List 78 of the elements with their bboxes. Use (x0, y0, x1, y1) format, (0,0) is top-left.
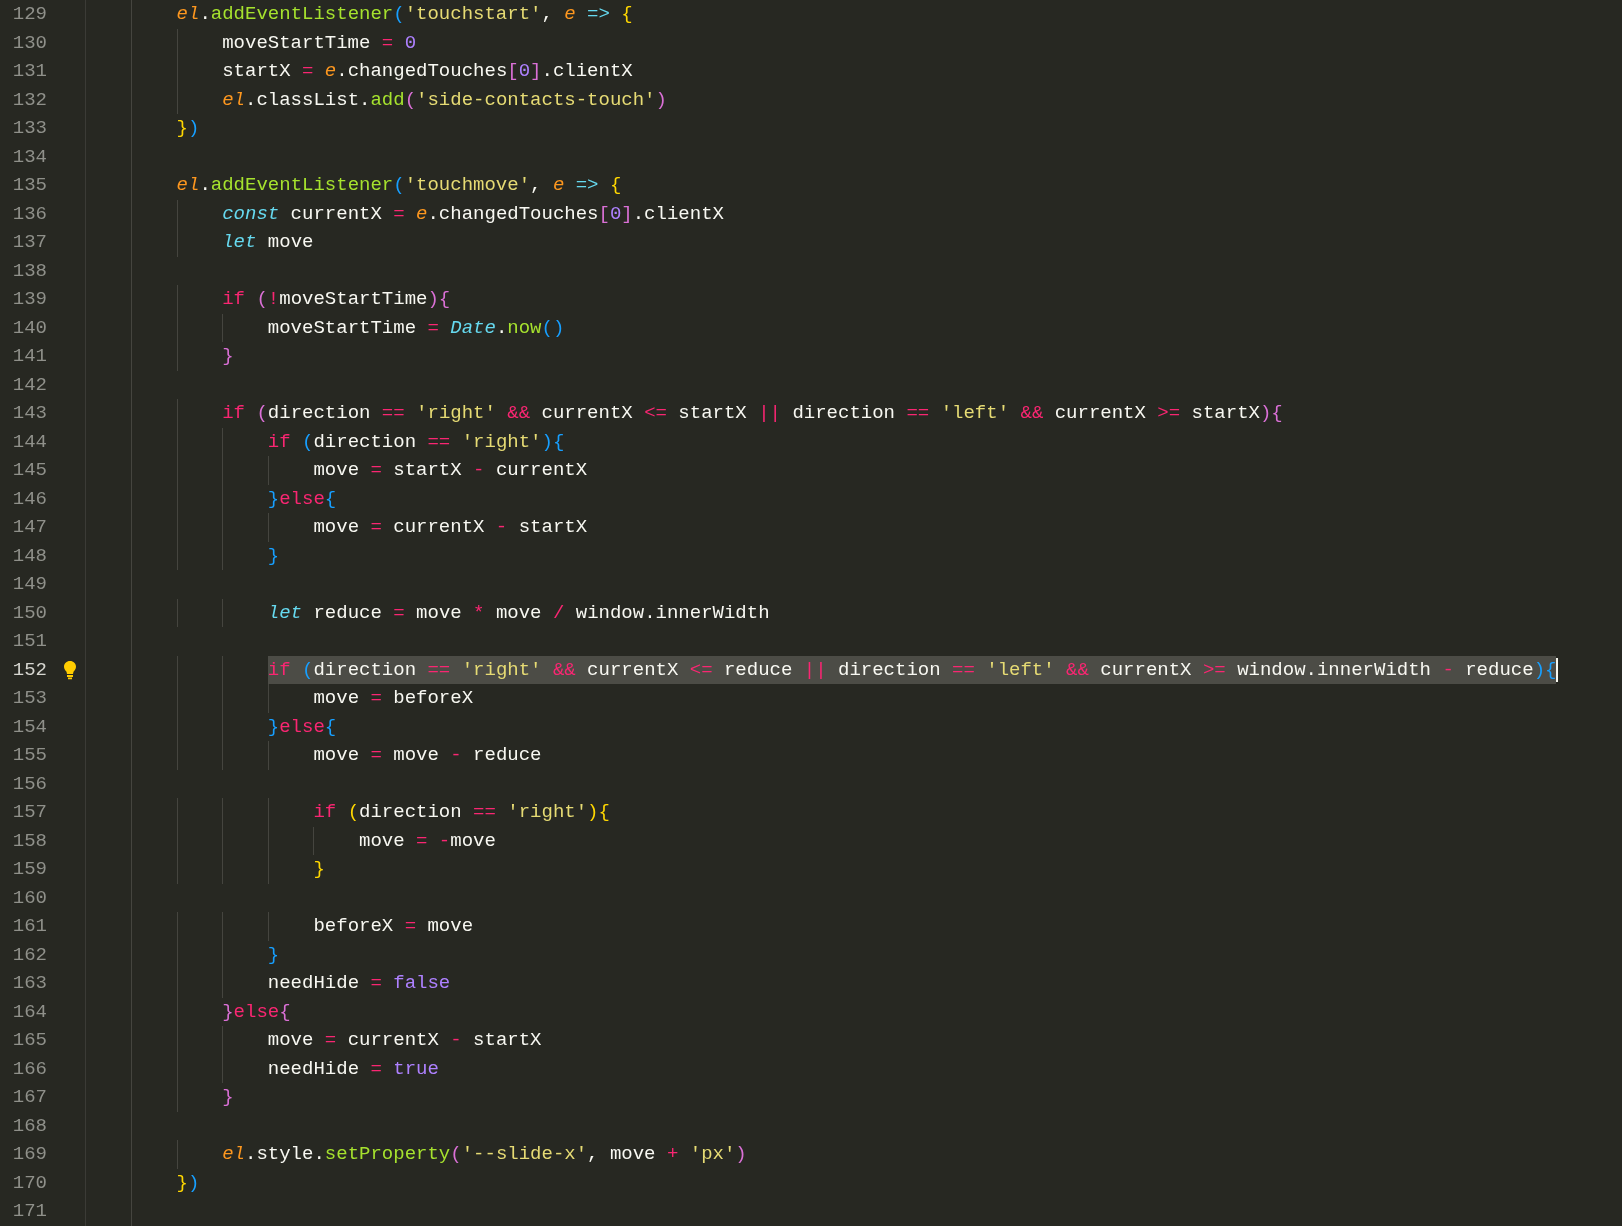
code-line: }else{ (267, 486, 337, 512)
line-number: 150 (11, 600, 47, 626)
line-number: 163 (11, 971, 47, 996)
line-number: 140 (11, 315, 47, 341)
line-number: 139 (11, 287, 47, 312)
code-line: } (267, 942, 280, 968)
code-line: if (direction == 'right' && currentX <= startX || direction == 'left' && currentX >= startX){ (222, 401, 1283, 426)
code-line: moveStartTime = Date.now() (267, 315, 565, 341)
line-number: 152 (11, 657, 47, 683)
code-line: } (222, 1085, 234, 1110)
code-line: move = currentX - startX (313, 515, 588, 540)
line-number: 138 (11, 258, 47, 284)
lightbulb-icon[interactable] (63, 659, 77, 680)
line-number: 132 (11, 87, 47, 113)
code-line: needHide = false (267, 971, 451, 996)
code-line: move = move - reduce (313, 743, 542, 768)
code-line: }else{ (222, 999, 291, 1025)
line-number: 144 (11, 429, 47, 455)
line-number: 170 (11, 1170, 47, 1196)
line-number: 135 (11, 173, 47, 198)
line-number: 147 (11, 515, 47, 540)
code-line: move = currentX - startX (267, 1028, 542, 1053)
line-number: 130 (11, 30, 47, 56)
line-number: 134 (11, 144, 47, 170)
line-number: 160 (11, 885, 47, 911)
line-number: 171 (11, 1199, 47, 1224)
line-number: 146 (11, 486, 47, 512)
code-line: el.addEventListener('touchmove', e => { (176, 173, 622, 198)
code-line: } (222, 344, 234, 369)
line-number: 133 (11, 116, 47, 141)
code-line: const currentX = e.changedTouches[0].clientX (222, 201, 724, 227)
code-line: el.addEventListener('touchstart', e => { (176, 2, 633, 27)
code-line: move = beforeX (313, 686, 474, 711)
line-number: 151 (11, 629, 47, 654)
code-line: if (!moveStartTime){ (222, 287, 451, 312)
code-line: } (267, 543, 280, 569)
code-line: let move (222, 230, 314, 255)
code-line: }else{ (267, 714, 337, 740)
code-line: moveStartTime = 0 (222, 30, 417, 56)
line-number: 164 (11, 999, 47, 1025)
line-number: 155 (11, 743, 47, 768)
line-number: 153 (11, 686, 47, 711)
code-line: startX = e.changedTouches[0].clientX (222, 59, 633, 84)
code-line: if (direction == 'right'){ (313, 800, 610, 825)
line-number: 141 (11, 344, 47, 369)
line-number: 162 (11, 942, 47, 968)
line-number: 166 (11, 1056, 47, 1082)
line-number: 167 (11, 1085, 47, 1110)
line-number: 129 (11, 2, 47, 27)
line-number: 157 (11, 800, 47, 825)
line-number: 131 (11, 59, 47, 84)
code-line: let reduce = move * move / window.innerWidth (267, 600, 770, 626)
line-number: 168 (11, 1113, 47, 1139)
code-line: }) (176, 116, 200, 141)
line-number: 137 (11, 230, 47, 255)
code-line: el.classList.add('side-contacts-touch') (222, 87, 667, 113)
line-number: 149 (11, 572, 47, 597)
code-line: }) (176, 1170, 200, 1196)
line-number: 158 (11, 828, 47, 854)
line-number: 136 (11, 201, 47, 227)
line-number: 145 (11, 458, 47, 483)
line-number: 156 (11, 771, 47, 797)
line-number: 165 (11, 1028, 47, 1053)
line-number: 161 (11, 914, 47, 939)
line-number: 154 (11, 714, 47, 740)
code-line: beforeX = move (313, 914, 474, 939)
line-number: 169 (11, 1142, 47, 1167)
line-number: 143 (11, 401, 47, 426)
code-line: needHide = true (267, 1056, 439, 1082)
code-line: if (direction == 'right'){ (267, 429, 565, 455)
line-number: 142 (11, 372, 47, 398)
code-line: el.style.setProperty('--slide-x', move + 'px') (222, 1142, 747, 1167)
line-number: 148 (11, 543, 47, 569)
text-cursor (1556, 657, 1559, 682)
code-line: move = -move (359, 828, 496, 854)
code-line: move = startX - currentX (313, 458, 588, 483)
code-line: } (313, 857, 325, 882)
line-number: 159 (11, 857, 47, 882)
